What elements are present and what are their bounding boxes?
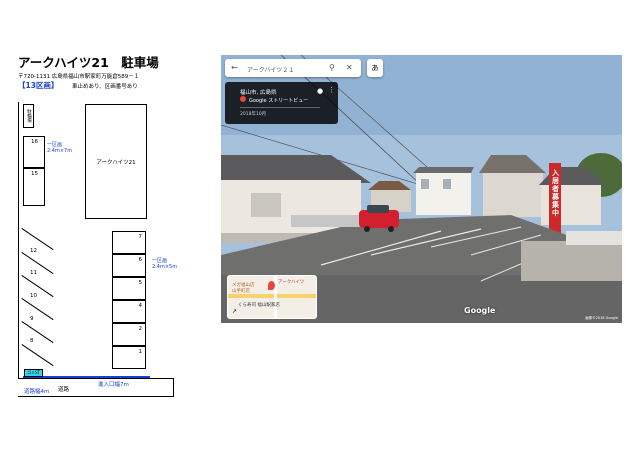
stall-9: 9 xyxy=(30,316,34,322)
divider xyxy=(240,107,320,108)
expand-icon[interactable]: ↗ xyxy=(232,308,237,315)
stall-line xyxy=(21,344,54,367)
more-options-icon[interactable]: ⋮ xyxy=(328,86,335,94)
stall-6: 6 xyxy=(112,254,146,277)
stall-label: 15 xyxy=(31,171,38,177)
back-arrow-icon[interactable]: ← xyxy=(231,63,238,73)
stall-10: 10 xyxy=(30,293,37,299)
search-bar[interactable]: ← アークハイツ２１ ⚲ ✕ xyxy=(225,59,361,77)
stall-5: 5 xyxy=(112,277,146,300)
parking-note: 車止めあり、区画番号あり xyxy=(72,84,138,90)
minimap[interactable]: アークハイツ メガ福山店 山手町店 くら寿司 福山駅家店 ↗ xyxy=(227,275,317,319)
map-place-label: アークハイツ xyxy=(278,280,305,285)
stall-15: 15 xyxy=(23,168,45,206)
stall-line xyxy=(21,321,54,344)
stall-line xyxy=(21,252,54,275)
google-g-icon xyxy=(240,96,246,102)
google-logo: Google xyxy=(464,306,496,315)
road-width: 道路幅4m xyxy=(24,389,50,395)
road-label: 道路 xyxy=(58,387,70,393)
search-input[interactable]: アークハイツ２１ xyxy=(247,65,294,74)
stall-2-box: 2 xyxy=(112,323,146,346)
zone-count: 【13区画】 xyxy=(18,81,59,90)
stall-7: 7 xyxy=(112,231,146,254)
stall-line xyxy=(21,298,54,321)
stall-16: 16 xyxy=(23,136,45,168)
stall-11: 11 xyxy=(30,270,37,276)
stall-label: 2 xyxy=(138,326,143,332)
stall-label: 1 xyxy=(138,349,143,355)
stall-12: 12 xyxy=(30,248,37,254)
building-label: アークハイツ21 xyxy=(96,159,136,166)
bicycle-parking: 駐輪場 xyxy=(23,104,34,128)
garbage-station: ゴミST xyxy=(24,369,43,377)
stall-label: 6 xyxy=(138,257,143,263)
left-boundary xyxy=(18,102,19,378)
search-icon[interactable]: ⚲ xyxy=(329,63,335,73)
stall-line xyxy=(21,228,54,251)
location-name: 福山市, 広島県 xyxy=(240,90,277,96)
road-edge-top xyxy=(18,378,174,379)
street-view-label: Google ストリートビュー xyxy=(249,98,309,104)
stall-size-right: 一区画 2.4m×5m xyxy=(152,258,178,270)
stall-label: 7 xyxy=(138,234,143,240)
pin-icon[interactable]: ● xyxy=(317,87,323,95)
stall-label: 4 xyxy=(138,303,143,309)
language-button[interactable]: あ xyxy=(367,59,383,77)
stall-label: 5 xyxy=(138,280,143,286)
stall-4: 4 xyxy=(112,300,146,323)
stall-size-left: 一区画 2.4m×7m xyxy=(47,142,73,154)
vacancy-banner: 入居者募集中 xyxy=(552,169,559,217)
address-text: 〒720-1131 広島県福山市駅家町万能倉589－１ xyxy=(18,74,140,80)
stall-label: 16 xyxy=(31,139,38,145)
stall-line xyxy=(21,275,54,298)
location-info-card: 福山市, 広島県 Google ストリートビュー 2018年10月 ● ⋮ xyxy=(225,82,338,124)
map-street-label: くら寿司 福山駅家店 xyxy=(238,303,280,308)
map-shop-label: 山手町店 xyxy=(232,289,250,294)
parking-map: 駐輪場 16 15 一区画 2.4m×7m アークハイツ21 12 11 10 … xyxy=(18,92,178,397)
stall-1: 1 xyxy=(112,346,146,369)
capture-date: 2018年10月 xyxy=(240,112,267,117)
close-icon[interactable]: ✕ xyxy=(346,63,353,73)
stall-8: 8 xyxy=(30,338,34,344)
street-view-panel[interactable]: ← アークハイツ２１ ⚲ ✕ あ 福山市, 広島県 Google ストリートビュ… xyxy=(221,55,622,323)
road-edge-bottom xyxy=(18,396,174,397)
entrance-width: 進入口幅7m xyxy=(98,382,129,388)
map-pin-icon xyxy=(268,281,275,290)
copyright-text: 画像©2018 Google xyxy=(585,316,618,320)
document-title: アークハイツ21 駐車場 xyxy=(18,55,159,70)
apartment-building: アークハイツ21 xyxy=(85,104,147,219)
map-road xyxy=(228,294,316,298)
road-edge-right xyxy=(173,378,174,397)
